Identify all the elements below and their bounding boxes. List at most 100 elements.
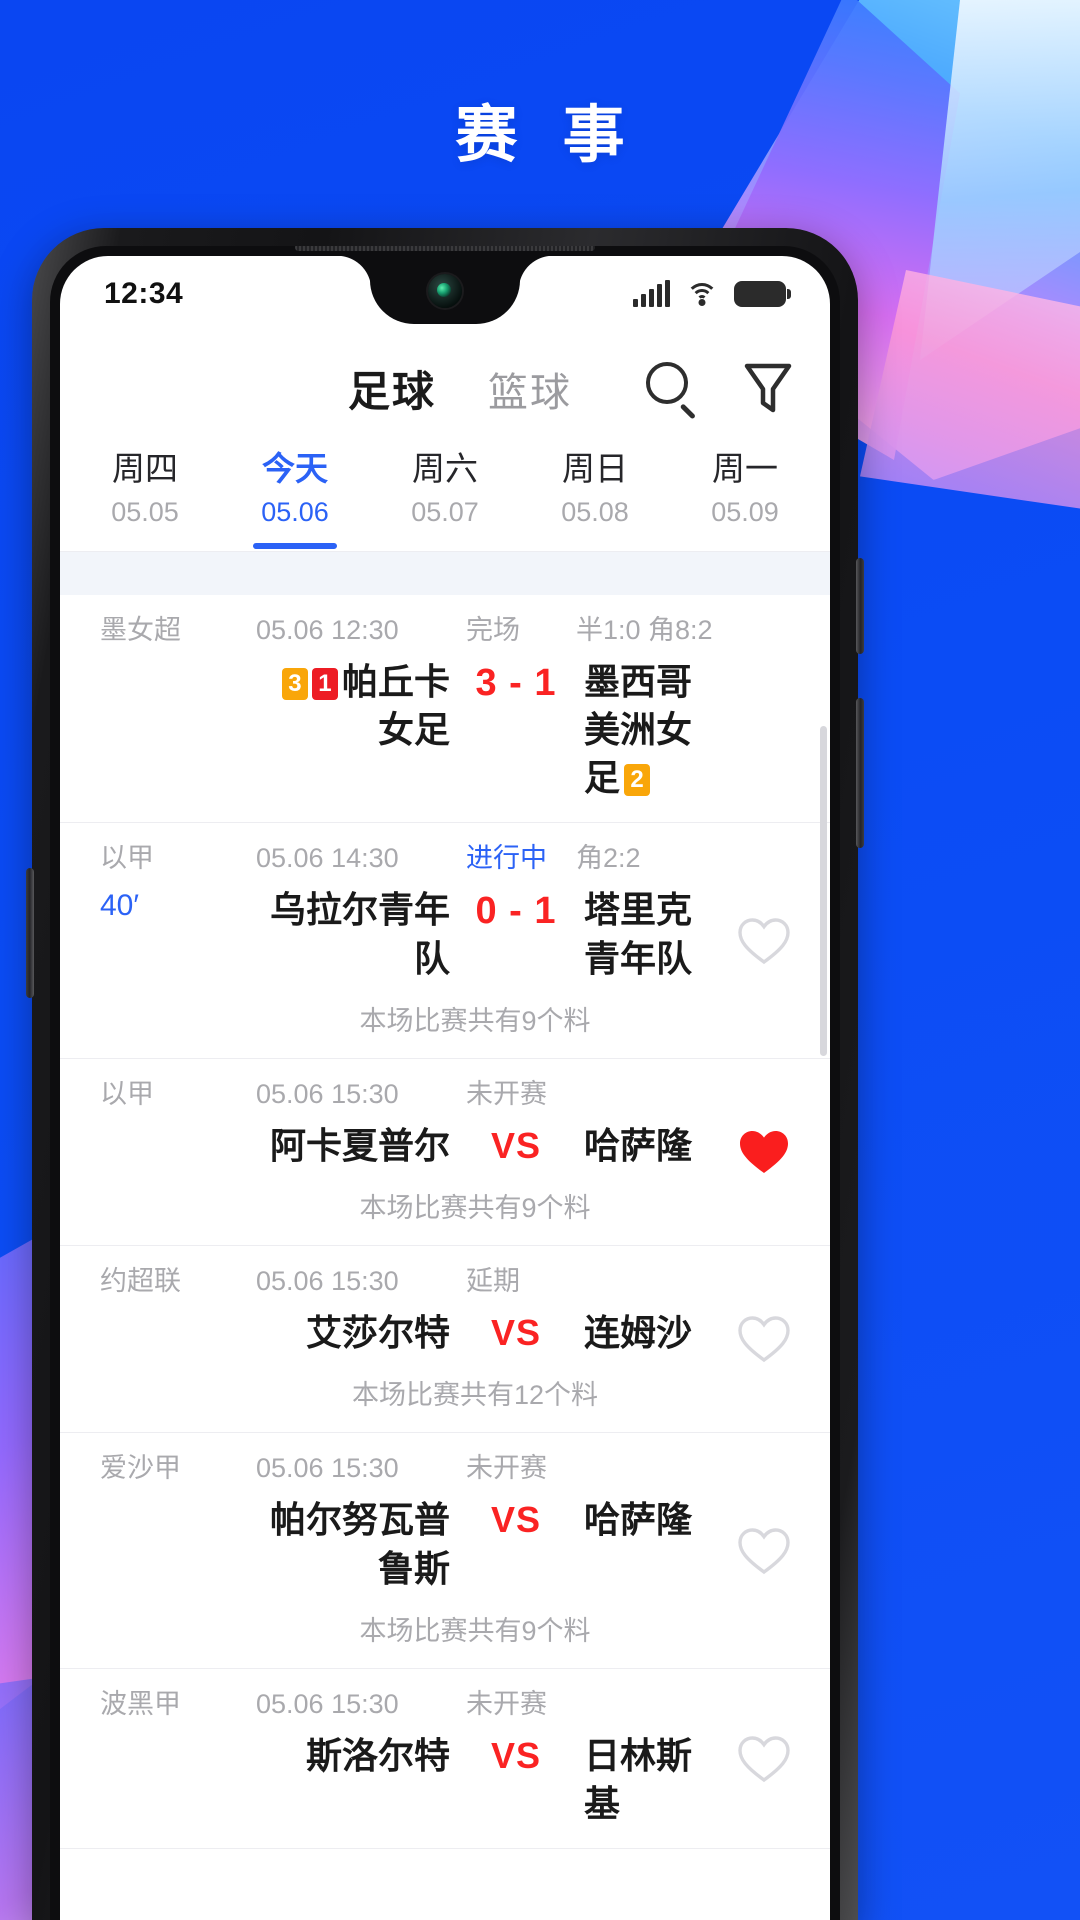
match-tip-count: 本场比赛共有9个料 bbox=[359, 1005, 591, 1036]
header-actions bbox=[644, 360, 794, 419]
match-league: 以甲 bbox=[100, 843, 154, 874]
date-tab-05.05[interactable]: 周四 05.05 bbox=[70, 448, 220, 551]
match-extra-stats: 角2:2 bbox=[576, 843, 641, 874]
search-icon[interactable] bbox=[644, 360, 700, 419]
match-away-team-name: 日林斯基 bbox=[584, 1734, 693, 1825]
date-tab-date: 05.08 bbox=[561, 497, 629, 528]
cellular-signal-icon bbox=[633, 280, 670, 307]
power-button[interactable] bbox=[856, 558, 864, 654]
phone-device-frame: 12:34 足球 篮球 周四 05.05 今天 05.06 周六 05.07 周… bbox=[26, 228, 864, 1920]
filter-funnel-icon[interactable] bbox=[742, 360, 794, 416]
match-meta: 墨女超 05.06 12:30 完场 半1:0 角8:2 bbox=[60, 614, 830, 645]
match-score: VS bbox=[490, 1124, 542, 1166]
match-away-team: 墨西哥美洲女足 2 bbox=[576, 658, 830, 803]
date-tab-weekday: 周四 bbox=[112, 450, 178, 487]
match-home-team-name: 艾莎尔特 bbox=[305, 1312, 450, 1354]
match-row[interactable]: 约超联 05.06 15:30 延期 艾莎尔特 VS 连姆沙 本场比赛共有12个料 bbox=[60, 1246, 830, 1434]
date-tab-05.08[interactable]: 周日 05.08 bbox=[520, 448, 670, 551]
left-side-button[interactable] bbox=[26, 868, 34, 998]
match-league: 墨女超 bbox=[100, 614, 181, 645]
yellow-card-badge: 3 bbox=[281, 667, 308, 700]
match-home-team-name: 乌拉尔青年队 bbox=[269, 889, 450, 979]
red-card-badge: 1 bbox=[311, 667, 338, 700]
match-away-team-name: 哈萨隆 bbox=[584, 1124, 693, 1166]
match-league: 以甲 bbox=[100, 1078, 154, 1109]
match-row[interactable]: 以甲 05.06 14:30 进行中 角2:2 40′ 乌拉尔青年队 0 - 1 塔里克青年队… bbox=[60, 823, 830, 1059]
date-tab-bar: 周四 05.05 今天 05.06 周六 05.07 周日 05.08 周一 05.09 bbox=[60, 444, 830, 551]
match-body: 阿卡夏普尔 VS 哈萨隆 bbox=[60, 1122, 830, 1170]
wifi-icon bbox=[686, 281, 718, 307]
match-score: 3 - 1 bbox=[475, 661, 557, 704]
favorite-outline-icon[interactable] bbox=[736, 1313, 792, 1365]
match-home-team-name: 斯洛尔特 bbox=[305, 1734, 450, 1776]
favorite-outline-icon[interactable] bbox=[736, 1733, 792, 1785]
match-list: 墨女超 05.06 12:30 完场 半1:0 角8:2 3 1 帕丘卡女足 3 - 1 墨西哥… bbox=[60, 594, 830, 1850]
sport-tab-bar: 足球 篮球 bbox=[60, 332, 830, 444]
status-icons bbox=[633, 280, 791, 307]
match-tip-count: 本场比赛共有12个料 bbox=[351, 1380, 599, 1411]
date-tab-date: 05.07 bbox=[411, 497, 479, 528]
match-status: 未开赛 bbox=[466, 1078, 547, 1109]
match-row[interactable]: 以甲 05.06 15:30 未开赛 阿卡夏普尔 VS 哈萨隆本场比赛共有9个料 bbox=[60, 1059, 830, 1247]
match-meta: 以甲 05.06 14:30 进行中 角2:2 bbox=[60, 845, 830, 872]
phone-screen: 12:34 足球 篮球 周四 05.05 今天 05.06 周六 05.07 周… bbox=[60, 256, 830, 1920]
date-tab-date: 05.06 bbox=[261, 497, 329, 528]
status-time: 12:34 bbox=[104, 277, 184, 310]
match-home-team: 斯洛尔特 bbox=[256, 1732, 456, 1780]
battery-full-icon bbox=[734, 281, 791, 307]
match-row[interactable]: 墨女超 05.06 12:30 完场 半1:0 角8:2 3 1 帕丘卡女足 3 - 1 墨西哥… bbox=[60, 595, 830, 824]
match-tip-count: 本场比赛共有9个料 bbox=[359, 1193, 591, 1224]
match-score: VS bbox=[490, 1734, 542, 1776]
match-time: 05.06 15:30 bbox=[256, 1078, 399, 1109]
match-meta: 约超联 05.06 15:30 延期 bbox=[60, 1268, 830, 1295]
match-score: VS bbox=[490, 1312, 542, 1354]
favorite-outline-icon[interactable] bbox=[736, 1525, 792, 1577]
match-score: 0 - 1 bbox=[475, 890, 557, 933]
match-home-team-name: 阿卡夏普尔 bbox=[269, 1124, 450, 1166]
match-home-team: 帕尔努瓦普鲁斯 bbox=[256, 1496, 456, 1592]
match-time: 05.06 15:30 bbox=[256, 1266, 399, 1297]
match-time: 05.06 15:30 bbox=[256, 1453, 399, 1484]
scrollbar-thumb[interactable] bbox=[820, 726, 827, 1056]
match-away-team-name: 塔里克青年队 bbox=[584, 889, 693, 979]
match-home-team-name: 帕尔努瓦普鲁斯 bbox=[269, 1499, 450, 1589]
date-tab-weekday: 今天 bbox=[262, 450, 328, 487]
match-tip-count: 本场比赛共有9个料 bbox=[359, 1615, 591, 1646]
match-live-minute: 40′ bbox=[100, 889, 139, 923]
match-body: 艾莎尔特 VS 连姆沙 bbox=[60, 1309, 830, 1357]
tab-football[interactable]: 足球 bbox=[348, 358, 436, 419]
match-status: 未开赛 bbox=[466, 1453, 547, 1484]
volume-button[interactable] bbox=[856, 698, 864, 848]
tab-basketball[interactable]: 篮球 bbox=[488, 360, 572, 418]
match-body: 3 1 帕丘卡女足 3 - 1 墨西哥美洲女足 2 bbox=[60, 658, 830, 803]
match-away-team-name: 连姆沙 bbox=[584, 1312, 693, 1354]
match-row[interactable]: 波黑甲 05.06 15:30 未开赛斯洛尔特 VS 日林斯基 bbox=[60, 1669, 830, 1850]
date-tab-weekday: 周一 bbox=[712, 450, 778, 487]
match-row[interactable]: 爱沙甲 05.06 15:30 未开赛帕尔努瓦普鲁斯 VS 哈萨隆本场比赛共有9个料 bbox=[60, 1433, 830, 1669]
match-home-team: 乌拉尔青年队 bbox=[256, 886, 456, 982]
date-tab-weekday: 周日 bbox=[562, 450, 628, 487]
date-tab-date: 05.05 bbox=[111, 497, 179, 528]
date-tab-05.06[interactable]: 今天 05.06 bbox=[220, 448, 370, 551]
date-tab-05.09[interactable]: 周一 05.09 bbox=[670, 448, 820, 551]
match-league: 波黑甲 bbox=[100, 1688, 181, 1719]
match-league: 爱沙甲 bbox=[100, 1453, 181, 1484]
match-status: 进行中 bbox=[466, 843, 547, 874]
date-tab-date: 05.09 bbox=[711, 497, 779, 528]
date-tab-05.07[interactable]: 周六 05.07 bbox=[370, 448, 520, 551]
earpiece-speaker bbox=[295, 246, 595, 251]
favorite-filled-icon[interactable] bbox=[736, 1126, 792, 1178]
match-status: 未开赛 bbox=[466, 1688, 547, 1719]
match-meta: 波黑甲 05.06 15:30 未开赛 bbox=[60, 1688, 830, 1719]
phone-bezel: 12:34 足球 篮球 周四 05.05 今天 05.06 周六 05.07 周… bbox=[50, 246, 840, 1920]
match-status: 延期 bbox=[466, 1266, 520, 1297]
status-bar: 12:34 bbox=[60, 256, 830, 332]
match-body: 帕尔努瓦普鲁斯 VS 哈萨隆 bbox=[60, 1496, 830, 1592]
favorite-outline-icon[interactable] bbox=[736, 915, 792, 967]
match-body: 斯洛尔特 VS 日林斯基 bbox=[60, 1732, 830, 1828]
match-meta: 爱沙甲 05.06 15:30 未开赛 bbox=[60, 1455, 830, 1482]
match-away-team-name: 哈萨隆 bbox=[584, 1499, 693, 1541]
match-meta: 以甲 05.06 15:30 未开赛 bbox=[60, 1078, 830, 1109]
match-time: 05.06 14:30 bbox=[256, 843, 399, 874]
list-section-divider bbox=[60, 550, 830, 595]
